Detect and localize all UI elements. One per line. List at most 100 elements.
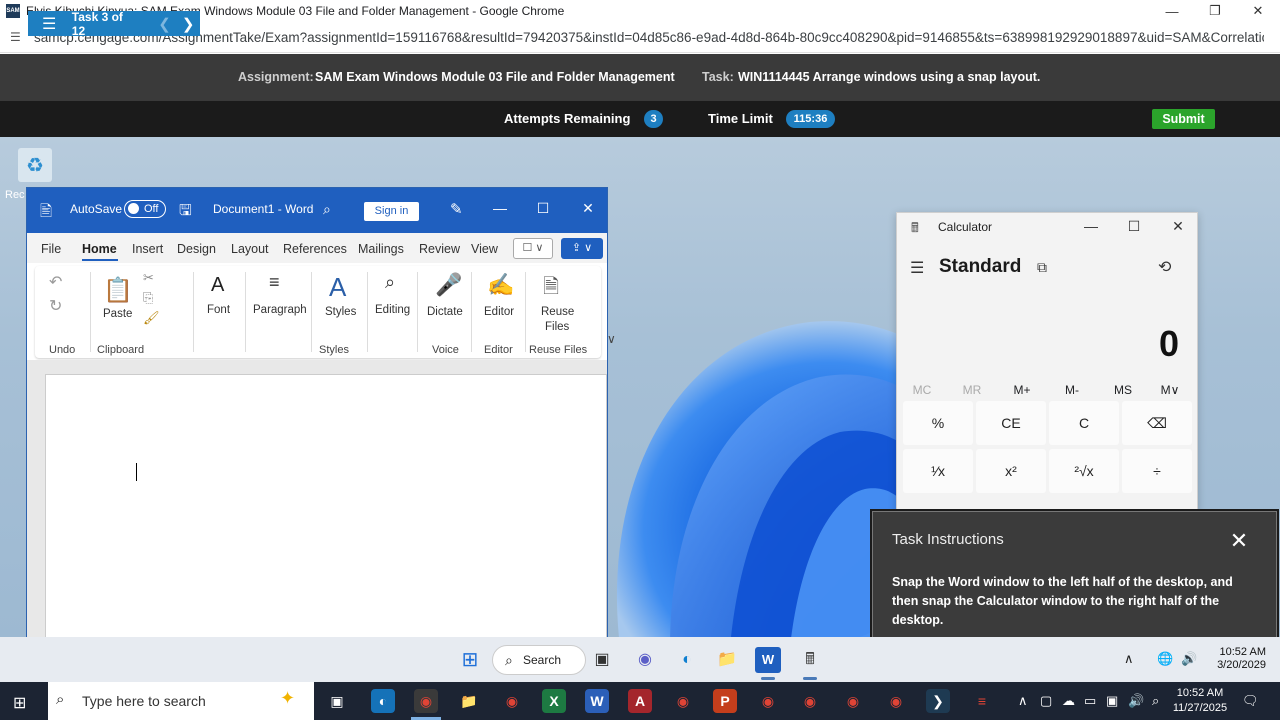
editor-button[interactable]: Editor: [484, 306, 514, 318]
memory-subtract-button[interactable]: M-: [1052, 383, 1092, 397]
paste-icon[interactable]: 📋: [103, 276, 133, 305]
styles-icon[interactable]: A: [329, 272, 346, 303]
font-icon[interactable]: A: [211, 274, 224, 297]
volume-icon[interactable]: 🔊: [1128, 693, 1144, 709]
font-button[interactable]: Font: [207, 304, 230, 316]
designer-pen-icon[interactable]: ✎: [450, 200, 463, 218]
autosave-toggle[interactable]: Off: [124, 200, 166, 218]
notifications-icon[interactable]: 🗨: [1242, 693, 1259, 709]
show-hidden-icons[interactable]: ∧: [1124, 651, 1134, 667]
taskbar-search-button[interactable]: ⌕ Search: [492, 645, 586, 675]
wifi-icon[interactable]: ⌕: [1152, 693, 1159, 709]
battery-icon[interactable]: ▭: [1084, 693, 1096, 709]
divide-key[interactable]: ÷: [1122, 449, 1192, 493]
calc-minimize-button[interactable]: —: [1081, 218, 1101, 234]
editing-icon[interactable]: ⌕: [385, 272, 395, 293]
chrome-profile-icon[interactable]: ◉: [671, 689, 695, 713]
tab-insert[interactable]: Insert: [132, 242, 163, 256]
cut-icon[interactable]: ✂: [143, 270, 154, 286]
paragraph-button[interactable]: Paragraph: [253, 304, 307, 316]
sign-in-button[interactable]: Sign in: [364, 202, 419, 221]
windows-start-icon[interactable]: ⊞: [457, 647, 483, 673]
browser-restore-button[interactable]: ❐: [1193, 0, 1237, 22]
redo-icon[interactable]: ↻: [49, 296, 62, 316]
network-globe-icon[interactable]: 🌐: [1157, 651, 1173, 667]
previous-task-button[interactable]: ❮: [153, 15, 177, 33]
square-root-key[interactable]: ²√x: [1049, 449, 1119, 493]
search-icon[interactable]: ⌕: [323, 201, 331, 218]
percent-key[interactable]: %: [903, 401, 973, 445]
calc-close-button[interactable]: ✕: [1168, 218, 1188, 235]
word-maximize-button[interactable]: ☐: [533, 200, 553, 217]
tab-references[interactable]: References: [283, 242, 347, 256]
word-icon[interactable]: W: [585, 689, 609, 713]
format-painter-icon[interactable]: 🖌: [143, 310, 160, 326]
tab-home[interactable]: Home: [82, 242, 117, 256]
paste-button[interactable]: Paste: [103, 308, 132, 320]
clear-entry-key[interactable]: CE: [976, 401, 1046, 445]
file-explorer-icon[interactable]: 📁: [457, 689, 481, 713]
memory-clear-button[interactable]: MC: [902, 383, 942, 397]
undo-icon[interactable]: ↶: [49, 272, 62, 292]
inner-clock[interactable]: 10:52 AM 3/20/2029: [1214, 646, 1266, 672]
keep-on-top-icon[interactable]: ⧉: [1037, 259, 1047, 276]
reuse-files-line1[interactable]: Reuse: [541, 306, 574, 318]
backspace-key[interactable]: ⌫: [1122, 401, 1192, 445]
tab-mailings[interactable]: Mailings: [358, 242, 404, 256]
task-view-icon[interactable]: ▣: [589, 647, 615, 673]
submit-button[interactable]: Submit: [1152, 109, 1215, 129]
document-page[interactable]: [45, 374, 607, 644]
memory-add-button[interactable]: M+: [1002, 383, 1042, 397]
chrome-profile-icon[interactable]: ◉: [500, 689, 524, 713]
comments-button[interactable]: ☐ ∨: [513, 238, 553, 259]
display-icon[interactable]: ▣: [1106, 693, 1118, 709]
paragraph-icon[interactable]: ≡: [269, 272, 280, 293]
tab-view[interactable]: View: [471, 242, 498, 256]
word-minimize-button[interactable]: —: [490, 200, 510, 216]
microphone-icon[interactable]: 🎤: [435, 272, 462, 298]
memory-store-button[interactable]: MS: [1103, 383, 1143, 397]
tab-review[interactable]: Review: [419, 242, 460, 256]
copy-icon[interactable]: ⎘: [143, 290, 153, 306]
app-icon[interactable]: ≡: [970, 689, 994, 713]
tab-design[interactable]: Design: [177, 242, 216, 256]
tray-app-icon[interactable]: ▢: [1040, 693, 1052, 709]
calculator-window[interactable]: 🖩 Calculator — ☐ ✕ ☰ Standard ⧉ ⟲ 0 MC M…: [896, 212, 1198, 512]
site-settings-icon[interactable]: ☰: [10, 30, 24, 44]
chrome-profile-icon[interactable]: ◉: [841, 689, 865, 713]
chrome-profile-icon[interactable]: ◉: [756, 689, 780, 713]
edge-icon[interactable]: ◐: [371, 689, 395, 713]
teams-chat-icon[interactable]: ◉: [632, 647, 658, 673]
tab-layout[interactable]: Layout: [231, 242, 269, 256]
reuse-files-line2[interactable]: Files: [545, 321, 569, 333]
reuse-files-icon[interactable]: 🗎: [543, 272, 559, 306]
share-button[interactable]: ⇪ ∨: [561, 238, 603, 259]
chrome-profile-icon[interactable]: ◉: [884, 689, 908, 713]
powerpoint-icon[interactable]: P: [713, 689, 737, 713]
navigation-menu-icon[interactable]: ☰: [910, 258, 924, 278]
tab-file[interactable]: File: [41, 242, 61, 256]
task-view-icon[interactable]: ▣: [325, 689, 349, 713]
host-clock[interactable]: 10:52 AM 11/27/2025: [1172, 686, 1228, 716]
save-icon[interactable]: 🖫: [179, 200, 192, 225]
close-instructions-button[interactable]: ✕: [1228, 528, 1250, 554]
styles-button[interactable]: Styles: [325, 306, 356, 318]
browser-minimize-button[interactable]: —: [1150, 0, 1194, 22]
clear-key[interactable]: C: [1049, 401, 1119, 445]
terminal-icon[interactable]: ❯: [926, 689, 950, 713]
show-hidden-icons[interactable]: ∧: [1018, 693, 1028, 709]
volume-icon[interactable]: 🔊: [1181, 651, 1197, 667]
excel-icon[interactable]: X: [542, 689, 566, 713]
browser-close-button[interactable]: ✕: [1236, 0, 1280, 22]
memory-recall-button[interactable]: MR: [952, 383, 992, 397]
editor-pen-icon[interactable]: ✍: [487, 272, 514, 298]
file-explorer-icon[interactable]: 📁: [714, 647, 740, 673]
hamburger-menu-icon[interactable]: ☰: [42, 14, 58, 34]
task-navigator[interactable]: ☰ Task 3 of 12 ❮ ❯: [28, 10, 200, 38]
url-text[interactable]: samcp.cengage.com/AssignmentTake/Exam?as…: [34, 30, 1264, 45]
edge-icon[interactable]: ◐: [674, 647, 700, 673]
memory-list-button[interactable]: M∨: [1150, 383, 1190, 397]
next-task-button[interactable]: ❯: [176, 15, 200, 33]
recycle-bin-icon[interactable]: ♻: [18, 148, 52, 182]
word-taskbar-icon[interactable]: W: [755, 647, 781, 673]
